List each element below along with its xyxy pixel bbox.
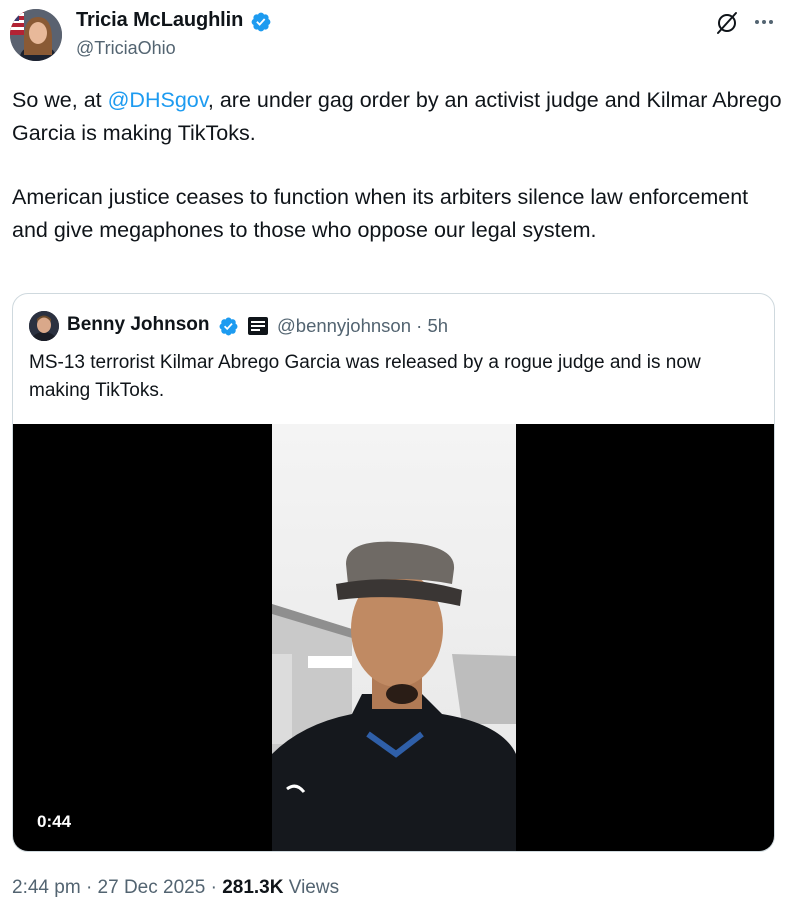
author-name[interactable]: Tricia McLaughlin: [76, 9, 243, 32]
post-text-prefix: So we, at: [12, 88, 108, 112]
author-handle[interactable]: @TriciaOhio: [76, 38, 176, 59]
views-label: Views: [288, 877, 340, 898]
post-paragraph-2: American justice ceases to function when…: [12, 185, 749, 242]
post-date[interactable]: 27 Dec 2025: [98, 877, 206, 898]
quoted-author-name[interactable]: Benny Johnson: [67, 314, 210, 336]
author-avatar[interactable]: [10, 9, 62, 61]
meta-separator-2: ·: [210, 877, 217, 898]
more-options-icon[interactable]: [752, 10, 776, 34]
quoted-post[interactable]: Benny Johnson @bennyjohnson · 5h MS-13 t…: [12, 293, 775, 852]
video-duration: 0:44: [37, 812, 72, 831]
quoted-author-handle[interactable]: @bennyjohnson · 5h: [277, 315, 448, 337]
meta-separator: ·: [85, 877, 93, 898]
video-player[interactable]: 0:44: [13, 424, 774, 851]
video-frame[interactable]: [272, 424, 516, 851]
grok-icon[interactable]: [714, 10, 740, 36]
views-count[interactable]: 281.3K: [222, 877, 283, 898]
post-meta: 2:44 pm · 27 Dec 2025 · 281.3K Views: [12, 877, 339, 899]
quoted-post-age[interactable]: 5h: [427, 315, 448, 336]
post-text: So we, at @DHSgov, are under gag order b…: [12, 84, 782, 246]
affiliation-badge-icon[interactable]: [248, 317, 268, 335]
quoted-verified-badge-icon[interactable]: [218, 316, 239, 337]
quoted-post-text: MS-13 terrorist Kilmar Abrego Garcia was…: [29, 352, 701, 401]
post-paragraph-1: So we, at @DHSgov, are under gag order b…: [12, 84, 782, 149]
mention-link[interactable]: @DHSgov: [108, 88, 208, 112]
quoted-author-avatar[interactable]: [29, 311, 59, 341]
post-time[interactable]: 2:44 pm: [12, 877, 81, 898]
quoted-separator: ·: [416, 315, 423, 336]
verified-badge-icon[interactable]: [250, 11, 272, 33]
quoted-handle-text[interactable]: @bennyjohnson: [277, 315, 411, 336]
post: Tricia McLaughlin @TriciaOhio So we, at …: [0, 0, 800, 913]
